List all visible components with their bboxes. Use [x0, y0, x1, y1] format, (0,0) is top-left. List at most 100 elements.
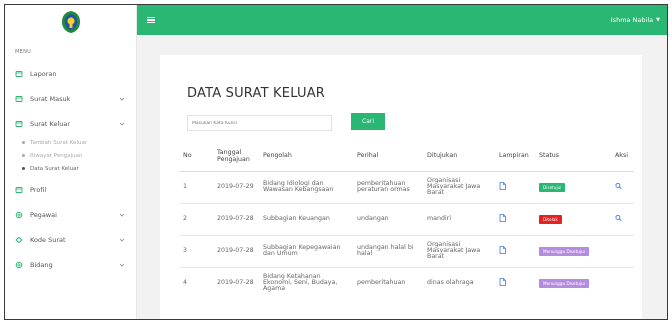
cell-status: Menunggu Disetujui [535, 235, 611, 268]
submenu-tambah-surat-keluar[interactable]: Tambah Surat Keluar [5, 136, 136, 149]
cell-perihal: pemberitahuan peraturan ormas [353, 171, 423, 204]
app-window: MENU Laporan Surat Masuk Surat Keluar Ta… [4, 4, 668, 320]
sidebar-item-label: Surat Masuk [30, 94, 71, 103]
sidebar-item-kode-surat[interactable]: Kode Surat [5, 227, 136, 252]
mail-in-icon [15, 95, 23, 103]
division-icon [15, 261, 23, 269]
sidebar-item-pegawai[interactable]: Pegawai [5, 202, 136, 227]
col-lampiran: Lampiran [495, 141, 535, 172]
status-badge: Disetujui [539, 182, 566, 192]
page-title: DATA SURAT KELUAR [187, 86, 326, 101]
sidebar-item-surat-masuk[interactable]: Surat Masuk [5, 86, 136, 111]
cell-perihal: undangan halal bi halal [353, 235, 423, 268]
sidebar-item-bidang[interactable]: Bidang [5, 252, 136, 277]
bullet-icon [22, 154, 25, 157]
cell-pengolah: Bidang Idiologi dan Wawasan Kebangsaan [259, 171, 353, 204]
sidebar-item-label: Kode Surat [30, 235, 66, 244]
table-row: 3 2019-07-28 Subbagian Kepegawaian dan Umu… [179, 235, 634, 268]
sidebar: MENU Laporan Surat Masuk Surat Keluar Ta… [5, 5, 137, 319]
cell-tanggal: 2019-07-29 [213, 171, 259, 204]
sidebar-nav-lower: Profil Pegawai Kode Surat Bidang [5, 177, 136, 277]
cell-perihal: undangan [353, 203, 423, 236]
col-status: Status [535, 141, 611, 172]
cell-lampiran [495, 203, 535, 236]
cell-aksi [611, 203, 634, 236]
cell-tanggal: 2019-07-28 [213, 235, 259, 268]
cell-status: Menunggu Disetujui [535, 267, 611, 299]
submenu-riwayat-pengajuan[interactable]: Riwayat Pengajuan [5, 149, 136, 162]
submenu-data-surat-keluar[interactable]: Data Surat Keluar [5, 162, 136, 175]
sidebar-item-surat-keluar[interactable]: Surat Keluar [5, 111, 136, 136]
sidebar-item-label: Laporan [30, 69, 57, 78]
cell-no: 1 [179, 171, 213, 204]
cell-status: Disetujui [535, 171, 611, 204]
content-card: DATA SURAT KELUAR Cari No Tanggal Pengaj… [160, 55, 642, 319]
sidebar-nav: Laporan Surat Masuk Surat Keluar [5, 61, 136, 136]
sidebar-item-label: Pegawai [30, 210, 57, 219]
file-icon[interactable] [499, 213, 506, 222]
cell-ditujukan: dinas olahraga [427, 279, 474, 287]
bullet-icon [22, 141, 25, 144]
table-header-row: No Tanggal Pengajuan Pengolah Perihal Di… [179, 141, 634, 172]
logo-area [5, 5, 136, 38]
search-input[interactable] [187, 115, 332, 131]
chevron-down-icon [119, 263, 125, 267]
surat-keluar-submenu: Tambah Surat Keluar Riwayat Pengajuan Da… [5, 136, 136, 175]
sidebar-item-label: Profil [30, 185, 47, 194]
cell-aksi [611, 235, 634, 268]
profile-icon [15, 186, 23, 194]
surat-keluar-table: No Tanggal Pengajuan Pengolah Perihal Di… [179, 141, 634, 299]
hamburger-menu-icon[interactable] [147, 16, 155, 24]
table-row: 4 2019-07-28 Bidang Ketahanan Ekonomi, Sen… [179, 267, 634, 299]
file-icon[interactable] [499, 245, 506, 254]
submenu-label: Riwayat Pengajuan [30, 152, 83, 159]
submenu-label: Tambah Surat Keluar [30, 139, 88, 146]
col-tanggal: Tanggal Pengajuan [213, 141, 259, 172]
col-no: No [179, 141, 213, 172]
cell-lampiran [495, 235, 535, 268]
col-aksi: Aksi [611, 141, 634, 172]
cell-no: 2 [179, 203, 213, 236]
sidebar-item-laporan[interactable]: Laporan [5, 61, 136, 86]
search-detail-icon[interactable] [615, 182, 622, 190]
col-ditujukan: Ditujukan [423, 141, 495, 172]
chevron-down-icon [119, 213, 125, 217]
cell-pengolah: Subbagian Kepegawaian dan Umum [259, 235, 353, 268]
caret-down-icon: ▼ [656, 17, 660, 23]
topbar: Ishma Nabila ▼ [137, 5, 667, 35]
col-pengolah: Pengolah [259, 141, 353, 172]
status-badge: Menunggu Disetujui [539, 246, 589, 256]
employee-icon [15, 211, 23, 219]
jabar-logo-icon[interactable] [60, 10, 82, 34]
cell-aksi [611, 171, 634, 204]
cell-ditujukan: mandiri [423, 203, 495, 236]
sidebar-item-profil[interactable]: Profil [5, 177, 136, 202]
user-menu[interactable]: Ishma Nabila ▼ [611, 16, 660, 24]
cell-pengolah: Bidang Ketahanan Ekonomi, Seni, Budaya, … [263, 272, 338, 293]
chevron-down-icon [119, 122, 125, 126]
cell-aksi [611, 267, 634, 299]
cell-tanggal: 2019-07-28 [217, 279, 254, 287]
file-icon[interactable] [499, 181, 506, 190]
user-name: Ishma Nabila [610, 16, 654, 24]
cell-no: 3 [179, 235, 213, 268]
cell-lampiran [495, 267, 535, 299]
search-button[interactable]: Cari [351, 113, 385, 130]
search-detail-icon[interactable] [615, 214, 622, 222]
status-badge: Menunggu Disetujui [539, 278, 589, 288]
table-row: 1 2019-07-29 Bidang Idiologi dan Wawasan K… [179, 171, 634, 204]
mail-out-icon [15, 120, 23, 128]
cell-ditujukan: Organisasi Masyarakat Jawa Barat [423, 235, 495, 268]
cell-ditujukan: Organisasi Masyarakat Jawa Barat [423, 171, 495, 204]
col-perihal: Perihal [353, 141, 423, 172]
main-content: DATA SURAT KELUAR Cari No Tanggal Pengaj… [137, 35, 667, 319]
file-icon[interactable] [499, 278, 506, 287]
chevron-down-icon [119, 97, 125, 101]
cell-pengolah: Subbagian Keuangan [259, 203, 353, 236]
sidebar-item-label: Surat Keluar [30, 119, 71, 128]
cell-lampiran [495, 171, 535, 204]
submenu-label: Data Surat Keluar [30, 165, 79, 172]
cell-perihal: pemberitahuan [357, 279, 406, 287]
status-badge: Ditolak [539, 214, 562, 224]
cell-no: 4 [183, 279, 188, 287]
